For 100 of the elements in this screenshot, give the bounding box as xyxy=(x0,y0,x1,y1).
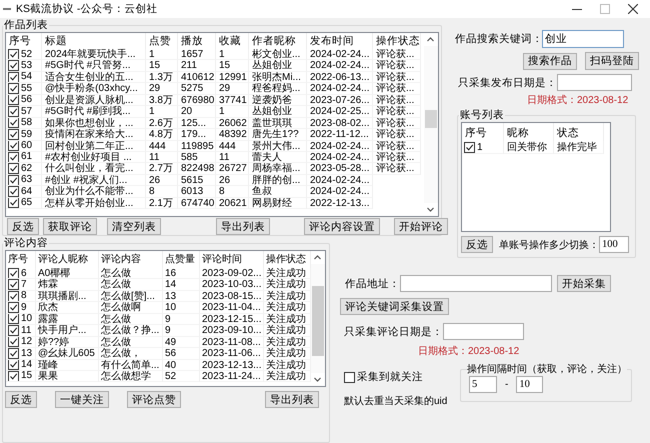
table-cell: 65 xyxy=(21,198,32,208)
column-header[interactable]: 序号 xyxy=(462,123,504,141)
column-header[interactable]: 评论人昵称 xyxy=(36,251,99,268)
table-cell: 56 xyxy=(21,94,32,106)
button[interactable]: 开始评论 xyxy=(394,218,448,235)
checkbox[interactable] xyxy=(8,49,19,60)
column-header[interactable]: 评论时间 xyxy=(200,251,264,268)
table-cell: 2023-11-04... xyxy=(200,302,264,314)
table-cell: 评论获... xyxy=(373,106,421,118)
table-cell: 1 xyxy=(477,141,483,153)
button[interactable]: 导出列表 xyxy=(216,218,270,235)
table-cell: 程爸程妈... xyxy=(249,83,307,95)
checkbox[interactable] xyxy=(8,174,19,186)
number-field[interactable]: 100 xyxy=(599,236,629,253)
table-cell: 125... xyxy=(178,118,216,130)
button[interactable]: 获取评论 xyxy=(43,218,97,235)
button[interactable]: 清空列表 xyxy=(107,218,161,235)
column-header[interactable]: 状态 xyxy=(554,123,604,141)
checkbox-label[interactable]: 采集到就关注 xyxy=(357,370,423,384)
table-cell: 怎样从零开始创业... xyxy=(42,198,146,210)
button[interactable]: 评论内容设置 xyxy=(304,218,380,235)
column-header[interactable]: 昵称 xyxy=(504,123,554,141)
checkbox[interactable] xyxy=(8,83,19,94)
checkbox[interactable] xyxy=(8,336,19,348)
table-cell: 8 xyxy=(146,186,178,198)
checkbox[interactable] xyxy=(8,163,19,174)
table-cell: 2022-12-13... xyxy=(307,198,373,210)
column-header[interactable]: 发布时间 xyxy=(307,33,373,49)
checkbox[interactable] xyxy=(8,106,19,117)
button[interactable]: 反选 xyxy=(5,391,37,408)
checkbox[interactable] xyxy=(8,348,19,358)
date-field[interactable] xyxy=(443,323,524,340)
checkbox[interactable] xyxy=(8,152,19,162)
button[interactable]: 反选 xyxy=(7,218,39,235)
table-cell: 179... xyxy=(178,129,216,140)
scroll-thumb[interactable] xyxy=(312,286,324,356)
number-field[interactable]: 10 xyxy=(516,376,544,393)
checkbox[interactable] xyxy=(8,314,19,324)
table-cell: 56 xyxy=(163,348,200,360)
checkbox[interactable] xyxy=(8,198,19,208)
column-header[interactable]: 收藏 xyxy=(216,33,249,49)
button[interactable]: 评论关键词采集设置 xyxy=(340,298,449,315)
table-cell: 评论获... xyxy=(373,140,421,152)
checkbox[interactable] xyxy=(464,142,475,152)
table-cell: 评论获... xyxy=(373,83,421,95)
checkbox[interactable] xyxy=(8,325,19,336)
table-cell: 2023-12-13... xyxy=(200,360,264,371)
button[interactable]: 一键关注 xyxy=(55,391,109,408)
checkbox[interactable] xyxy=(8,94,19,106)
table-cell: 评论获... xyxy=(373,94,421,106)
table-cell: 怎么做， xyxy=(99,348,163,360)
table-cell: 蕾夫人 xyxy=(249,152,307,164)
column-header[interactable]: 作者昵称 xyxy=(249,33,307,49)
checkbox[interactable] xyxy=(8,290,19,302)
table-cell: 29 xyxy=(216,83,249,95)
column-header[interactable]: 点赞量 xyxy=(163,251,200,268)
table-cell: 评论获... xyxy=(373,118,421,130)
table-cell: 37741 xyxy=(216,94,249,106)
column-header[interactable]: 播放 xyxy=(178,33,216,49)
table-cell: 822498 xyxy=(178,163,216,175)
button[interactable]: 扫码登陆 xyxy=(585,52,639,70)
checkbox[interactable] xyxy=(8,60,19,71)
column-header[interactable]: 点赞 xyxy=(146,33,178,49)
button[interactable]: 搜索作品 xyxy=(523,52,577,70)
table-cell: 1 xyxy=(216,49,249,60)
button[interactable]: 评论点赞 xyxy=(127,391,181,408)
checkbox[interactable] xyxy=(8,302,19,313)
search-field[interactable]: 创业 xyxy=(542,30,624,48)
table-cell: 评论获... xyxy=(373,60,421,72)
table-cell: 410612 xyxy=(178,72,216,84)
table-cell: 2023-11-06... xyxy=(200,348,264,360)
table-cell: 评论获... xyxy=(373,49,421,60)
column-header[interactable]: 标题 xyxy=(42,33,146,49)
date-field[interactable] xyxy=(557,74,632,91)
table-cell: 26 xyxy=(146,174,178,186)
checkbox[interactable] xyxy=(8,186,19,197)
table-cell: 14 xyxy=(163,279,200,291)
checkbox[interactable] xyxy=(344,372,355,382)
checkbox[interactable] xyxy=(8,118,19,128)
table-cell: 12991 xyxy=(216,72,249,84)
table-cell: 2024-02-24... xyxy=(307,140,373,152)
url-field[interactable] xyxy=(400,275,552,292)
checkbox[interactable] xyxy=(8,360,19,370)
column-header[interactable]: 评论内容 xyxy=(99,251,163,268)
checkbox[interactable] xyxy=(8,279,19,290)
checkbox[interactable] xyxy=(8,268,19,278)
button[interactable]: 反选 xyxy=(461,236,493,253)
checkbox[interactable] xyxy=(8,370,19,382)
checkbox[interactable] xyxy=(8,129,19,140)
table-cell: 60 xyxy=(21,140,32,151)
table-cell: 2024-02-24... xyxy=(307,174,373,186)
group-title: 账号列表 xyxy=(459,108,505,122)
checkbox[interactable] xyxy=(8,72,19,82)
column-header[interactable]: 操作状态 xyxy=(373,33,421,49)
checkbox[interactable] xyxy=(8,140,19,151)
number-field[interactable]: 5 xyxy=(469,376,497,393)
table-cell: 有什么简单... xyxy=(99,360,163,371)
button[interactable]: 导出列表 xyxy=(265,391,319,408)
scroll-thumb[interactable] xyxy=(425,110,437,128)
button[interactable]: 开始采集 xyxy=(557,275,611,292)
